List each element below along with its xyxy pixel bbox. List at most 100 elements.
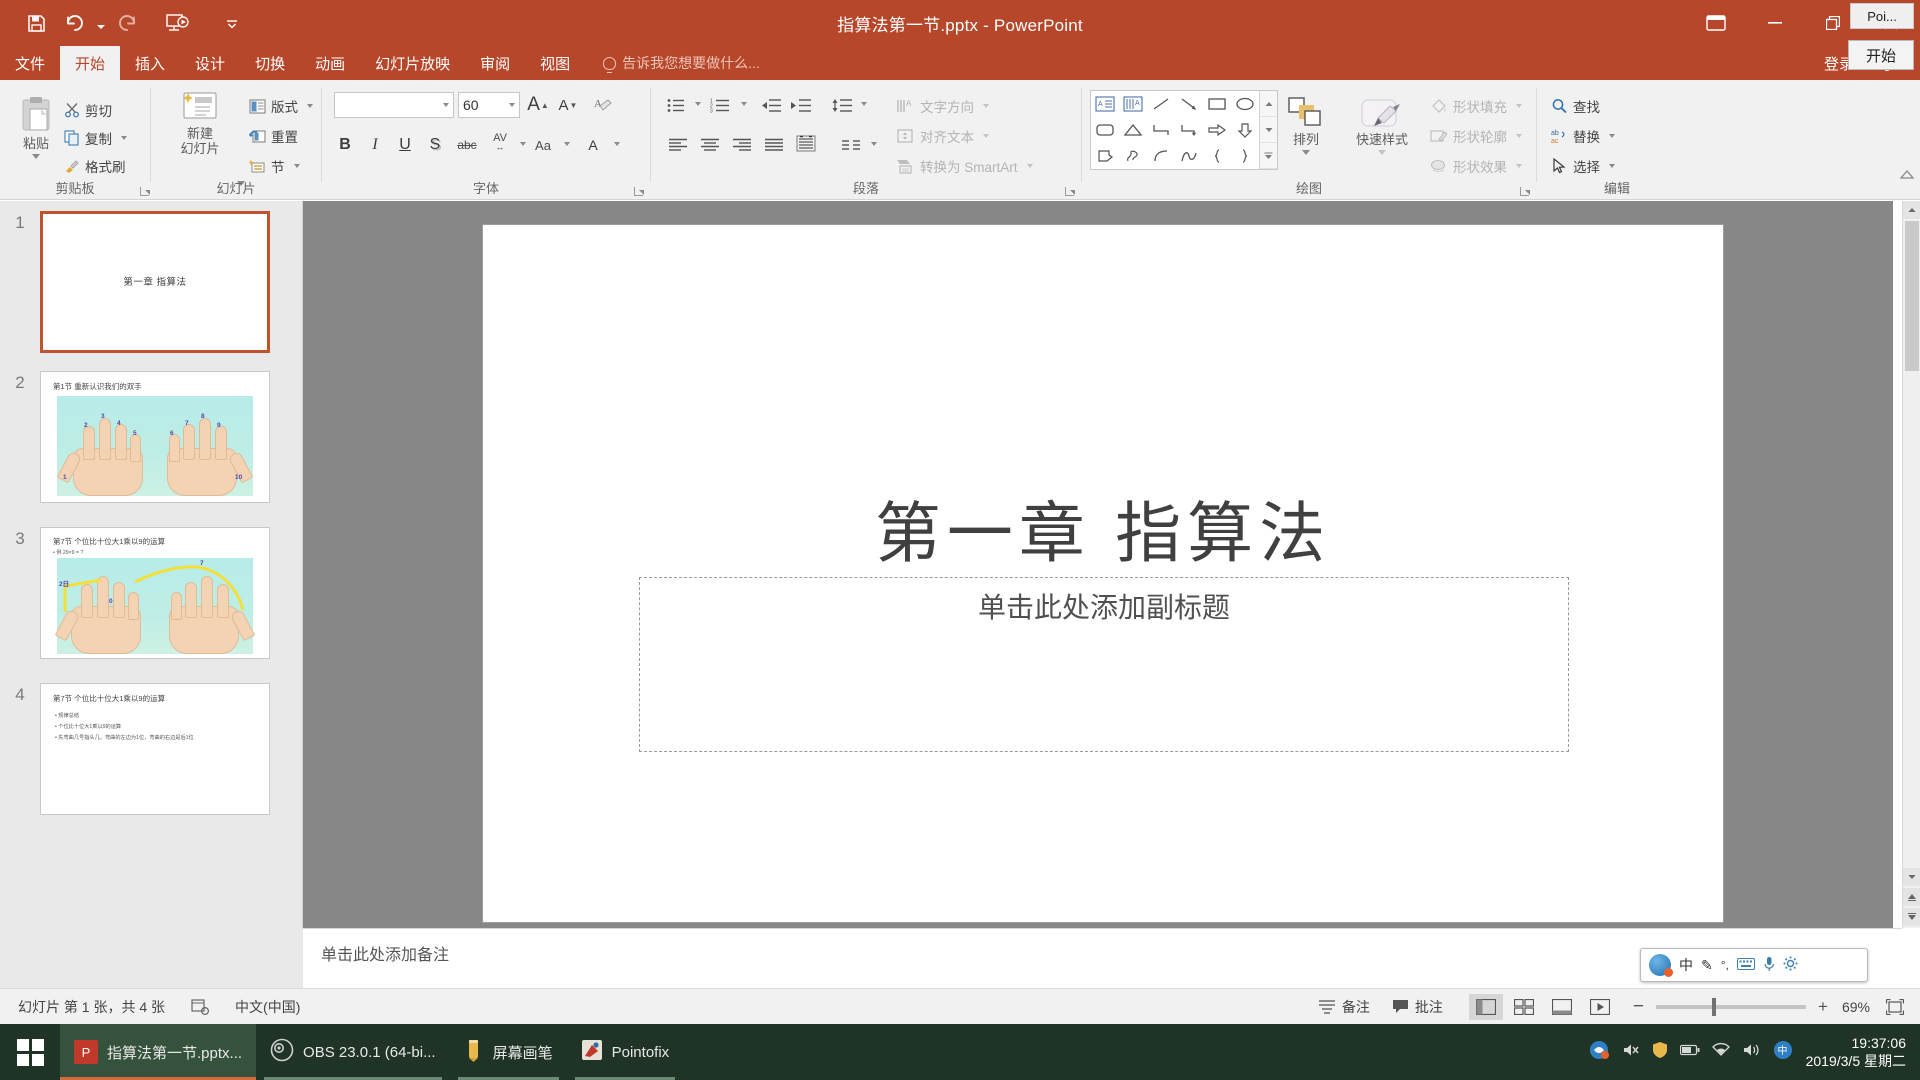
shape-textbox-icon[interactable]: A bbox=[1091, 91, 1119, 117]
shape-effects-button[interactable]: 形状效果 bbox=[1430, 156, 1522, 176]
shape-outline-dropdown-icon[interactable] bbox=[1516, 134, 1522, 138]
scroll-up-icon[interactable] bbox=[1903, 201, 1920, 219]
start-button[interactable] bbox=[0, 1024, 60, 1080]
italic-button[interactable]: I bbox=[362, 132, 388, 158]
tab-view[interactable]: 视图 bbox=[525, 46, 585, 80]
decrease-indent-button[interactable] bbox=[757, 92, 785, 118]
font-size-combobox[interactable]: 60 bbox=[458, 92, 520, 118]
shield-icon[interactable] bbox=[1652, 1041, 1668, 1064]
shapes-gallery[interactable]: A A bbox=[1090, 90, 1278, 170]
cut-button[interactable]: 剪切 bbox=[64, 100, 112, 120]
align-right-button[interactable] bbox=[727, 132, 757, 158]
quick-styles-button[interactable]: 快速样式 bbox=[1344, 96, 1420, 155]
strikethrough-button[interactable]: abc bbox=[452, 132, 482, 158]
text-direction-button[interactable]: A 文字方向 bbox=[896, 96, 989, 116]
layout-dropdown-icon[interactable] bbox=[307, 104, 313, 108]
language-indicator[interactable]: 中文(中国) bbox=[235, 997, 300, 1017]
shape-effects-dropdown-icon[interactable] bbox=[1516, 164, 1522, 168]
shape-arrow-icon[interactable] bbox=[1175, 91, 1203, 117]
align-text-button[interactable]: 对齐文本 bbox=[896, 126, 989, 146]
shape-fill-dropdown-icon[interactable] bbox=[1516, 104, 1522, 108]
slide-counter[interactable]: 幻灯片 第 1 张，共 4 张 bbox=[18, 997, 165, 1017]
font-name-combobox[interactable] bbox=[334, 92, 454, 118]
paste-dropdown-icon[interactable] bbox=[32, 154, 40, 159]
shape-vertical-textbox-icon[interactable]: A bbox=[1119, 91, 1147, 117]
pointofix-window-chip[interactable]: Poi... bbox=[1850, 3, 1914, 29]
next-slide-icon[interactable] bbox=[1903, 908, 1920, 926]
thumbnail-slide-2[interactable]: 第1节 重新认识我们的双手 1 2 3 4 5 6 7 8 9 10 bbox=[40, 371, 270, 503]
slideshow-view-button[interactable] bbox=[1583, 994, 1617, 1020]
convert-smartart-dropdown-icon[interactable] bbox=[1026, 164, 1033, 168]
zoom-in-button[interactable]: + bbox=[1818, 997, 1828, 1017]
line-spacing-dropdown-icon[interactable] bbox=[861, 102, 867, 106]
speaker-mute-icon[interactable] bbox=[1622, 1042, 1640, 1063]
ribbon-display-options-icon[interactable] bbox=[1686, 0, 1746, 46]
format-painter-button[interactable]: 格式刷 bbox=[64, 156, 126, 176]
clipboard-dialog-launcher[interactable] bbox=[140, 185, 151, 196]
thumbnail-item-2[interactable]: 2 第1节 重新认识我们的双手 1 2 3 4 5 6 7 8 9 10 bbox=[0, 371, 302, 503]
zoom-out-button[interactable]: − bbox=[1633, 996, 1644, 1018]
ime-toolbar[interactable]: 中 ✎ °, bbox=[1640, 948, 1868, 982]
copy-dropdown-icon[interactable] bbox=[121, 136, 127, 140]
canvas-vertical-scrollbar[interactable] bbox=[1902, 201, 1920, 928]
current-slide[interactable]: 第一章 指算法 单击此处添加副标题 bbox=[483, 225, 1723, 922]
convert-smartart-button[interactable]: 转换为 SmartArt bbox=[896, 156, 1033, 176]
tab-animations[interactable]: 动画 bbox=[300, 46, 360, 80]
tab-design[interactable]: 设计 bbox=[180, 46, 240, 80]
ime-pen-icon[interactable]: ✎ bbox=[1701, 957, 1713, 974]
zoom-slider[interactable] bbox=[1656, 997, 1807, 1016]
shape-rectangle-icon[interactable] bbox=[1203, 91, 1231, 117]
find-button[interactable]: 查找 bbox=[1551, 96, 1600, 116]
tab-file[interactable]: 文件 bbox=[0, 46, 60, 80]
justify-button[interactable] bbox=[759, 132, 789, 158]
shape-elbow-arrow-icon[interactable] bbox=[1175, 117, 1203, 143]
shape-outline-button[interactable]: 形状轮廓 bbox=[1430, 126, 1522, 146]
tell-me-box[interactable]: 告诉我您想要做什么... bbox=[585, 46, 760, 80]
columns-dropdown-icon[interactable] bbox=[871, 142, 877, 146]
bullets-dropdown-icon[interactable] bbox=[695, 102, 701, 106]
section-button[interactable]: 节 bbox=[249, 156, 300, 176]
font-dialog-launcher[interactable] bbox=[634, 185, 645, 196]
shapes-gallery-scrollbar[interactable] bbox=[1259, 91, 1277, 169]
quick-styles-dropdown-icon[interactable] bbox=[1378, 150, 1386, 155]
taskbar-item-screenpen[interactable]: 屏幕画笔 bbox=[450, 1024, 567, 1080]
ime-settings-gear-icon[interactable] bbox=[1783, 956, 1798, 974]
change-case-button[interactable]: Aa bbox=[528, 132, 558, 158]
normal-view-button[interactable] bbox=[1468, 993, 1503, 1020]
shape-line-icon[interactable] bbox=[1147, 91, 1175, 117]
battery-icon[interactable] bbox=[1679, 1043, 1700, 1062]
increase-font-size-button[interactable]: A ▲ bbox=[525, 92, 551, 118]
font-color-dropdown-icon[interactable] bbox=[614, 142, 620, 146]
align-left-button[interactable] bbox=[663, 132, 693, 158]
bold-button[interactable]: B bbox=[332, 132, 358, 158]
slide-sorter-view-button[interactable] bbox=[1507, 994, 1541, 1020]
reading-view-button[interactable] bbox=[1545, 994, 1579, 1020]
shape-freeform-icon[interactable] bbox=[1091, 143, 1119, 169]
numbering-button[interactable]: 123 bbox=[707, 92, 733, 118]
bullets-button[interactable] bbox=[663, 92, 689, 118]
thumbnail-item-3[interactable]: 3 第7节 个位比十位大1乘以9的运算 • 例 29×9 = ? 2日 0 7 bbox=[0, 527, 302, 659]
minimize-button[interactable] bbox=[1746, 0, 1804, 46]
shapes-scroll-down-icon[interactable] bbox=[1260, 117, 1277, 143]
shape-right-arrow-icon[interactable] bbox=[1203, 117, 1231, 143]
new-slide-button[interactable]: 新建 幻灯片 bbox=[165, 90, 235, 156]
tab-slideshow[interactable]: 幻灯片放映 bbox=[360, 46, 465, 80]
thumbnail-slide-3[interactable]: 第7节 个位比十位大1乘以9的运算 • 例 29×9 = ? 2日 0 7 bbox=[40, 527, 270, 659]
slide-title-text[interactable]: 第一章 指算法 bbox=[483, 480, 1723, 576]
tab-review[interactable]: 审阅 bbox=[465, 46, 525, 80]
tab-transitions[interactable]: 切换 bbox=[240, 46, 300, 80]
volume-icon[interactable] bbox=[1742, 1042, 1760, 1063]
character-spacing-dropdown-icon[interactable] bbox=[520, 142, 526, 146]
shape-rounded-rect-icon[interactable] bbox=[1091, 117, 1119, 143]
shape-curve-icon[interactable] bbox=[1147, 143, 1175, 169]
section-dropdown-icon[interactable] bbox=[293, 164, 300, 168]
thumbnail-slide-1[interactable]: 第一章 指算法 bbox=[40, 211, 270, 353]
tab-home[interactable]: 开始 bbox=[60, 46, 121, 80]
text-direction-dropdown-icon[interactable] bbox=[983, 104, 989, 108]
align-text-dropdown-icon[interactable] bbox=[983, 134, 989, 138]
accessibility-checker-icon[interactable] bbox=[191, 998, 210, 1016]
character-spacing-button[interactable]: AV ↔ bbox=[485, 130, 515, 156]
sogou-ime-logo[interactable] bbox=[1649, 954, 1673, 977]
taskbar-item-powerpoint[interactable]: P 指算法第一节.pptx... bbox=[60, 1024, 257, 1080]
collapse-ribbon-icon[interactable] bbox=[1899, 168, 1915, 186]
